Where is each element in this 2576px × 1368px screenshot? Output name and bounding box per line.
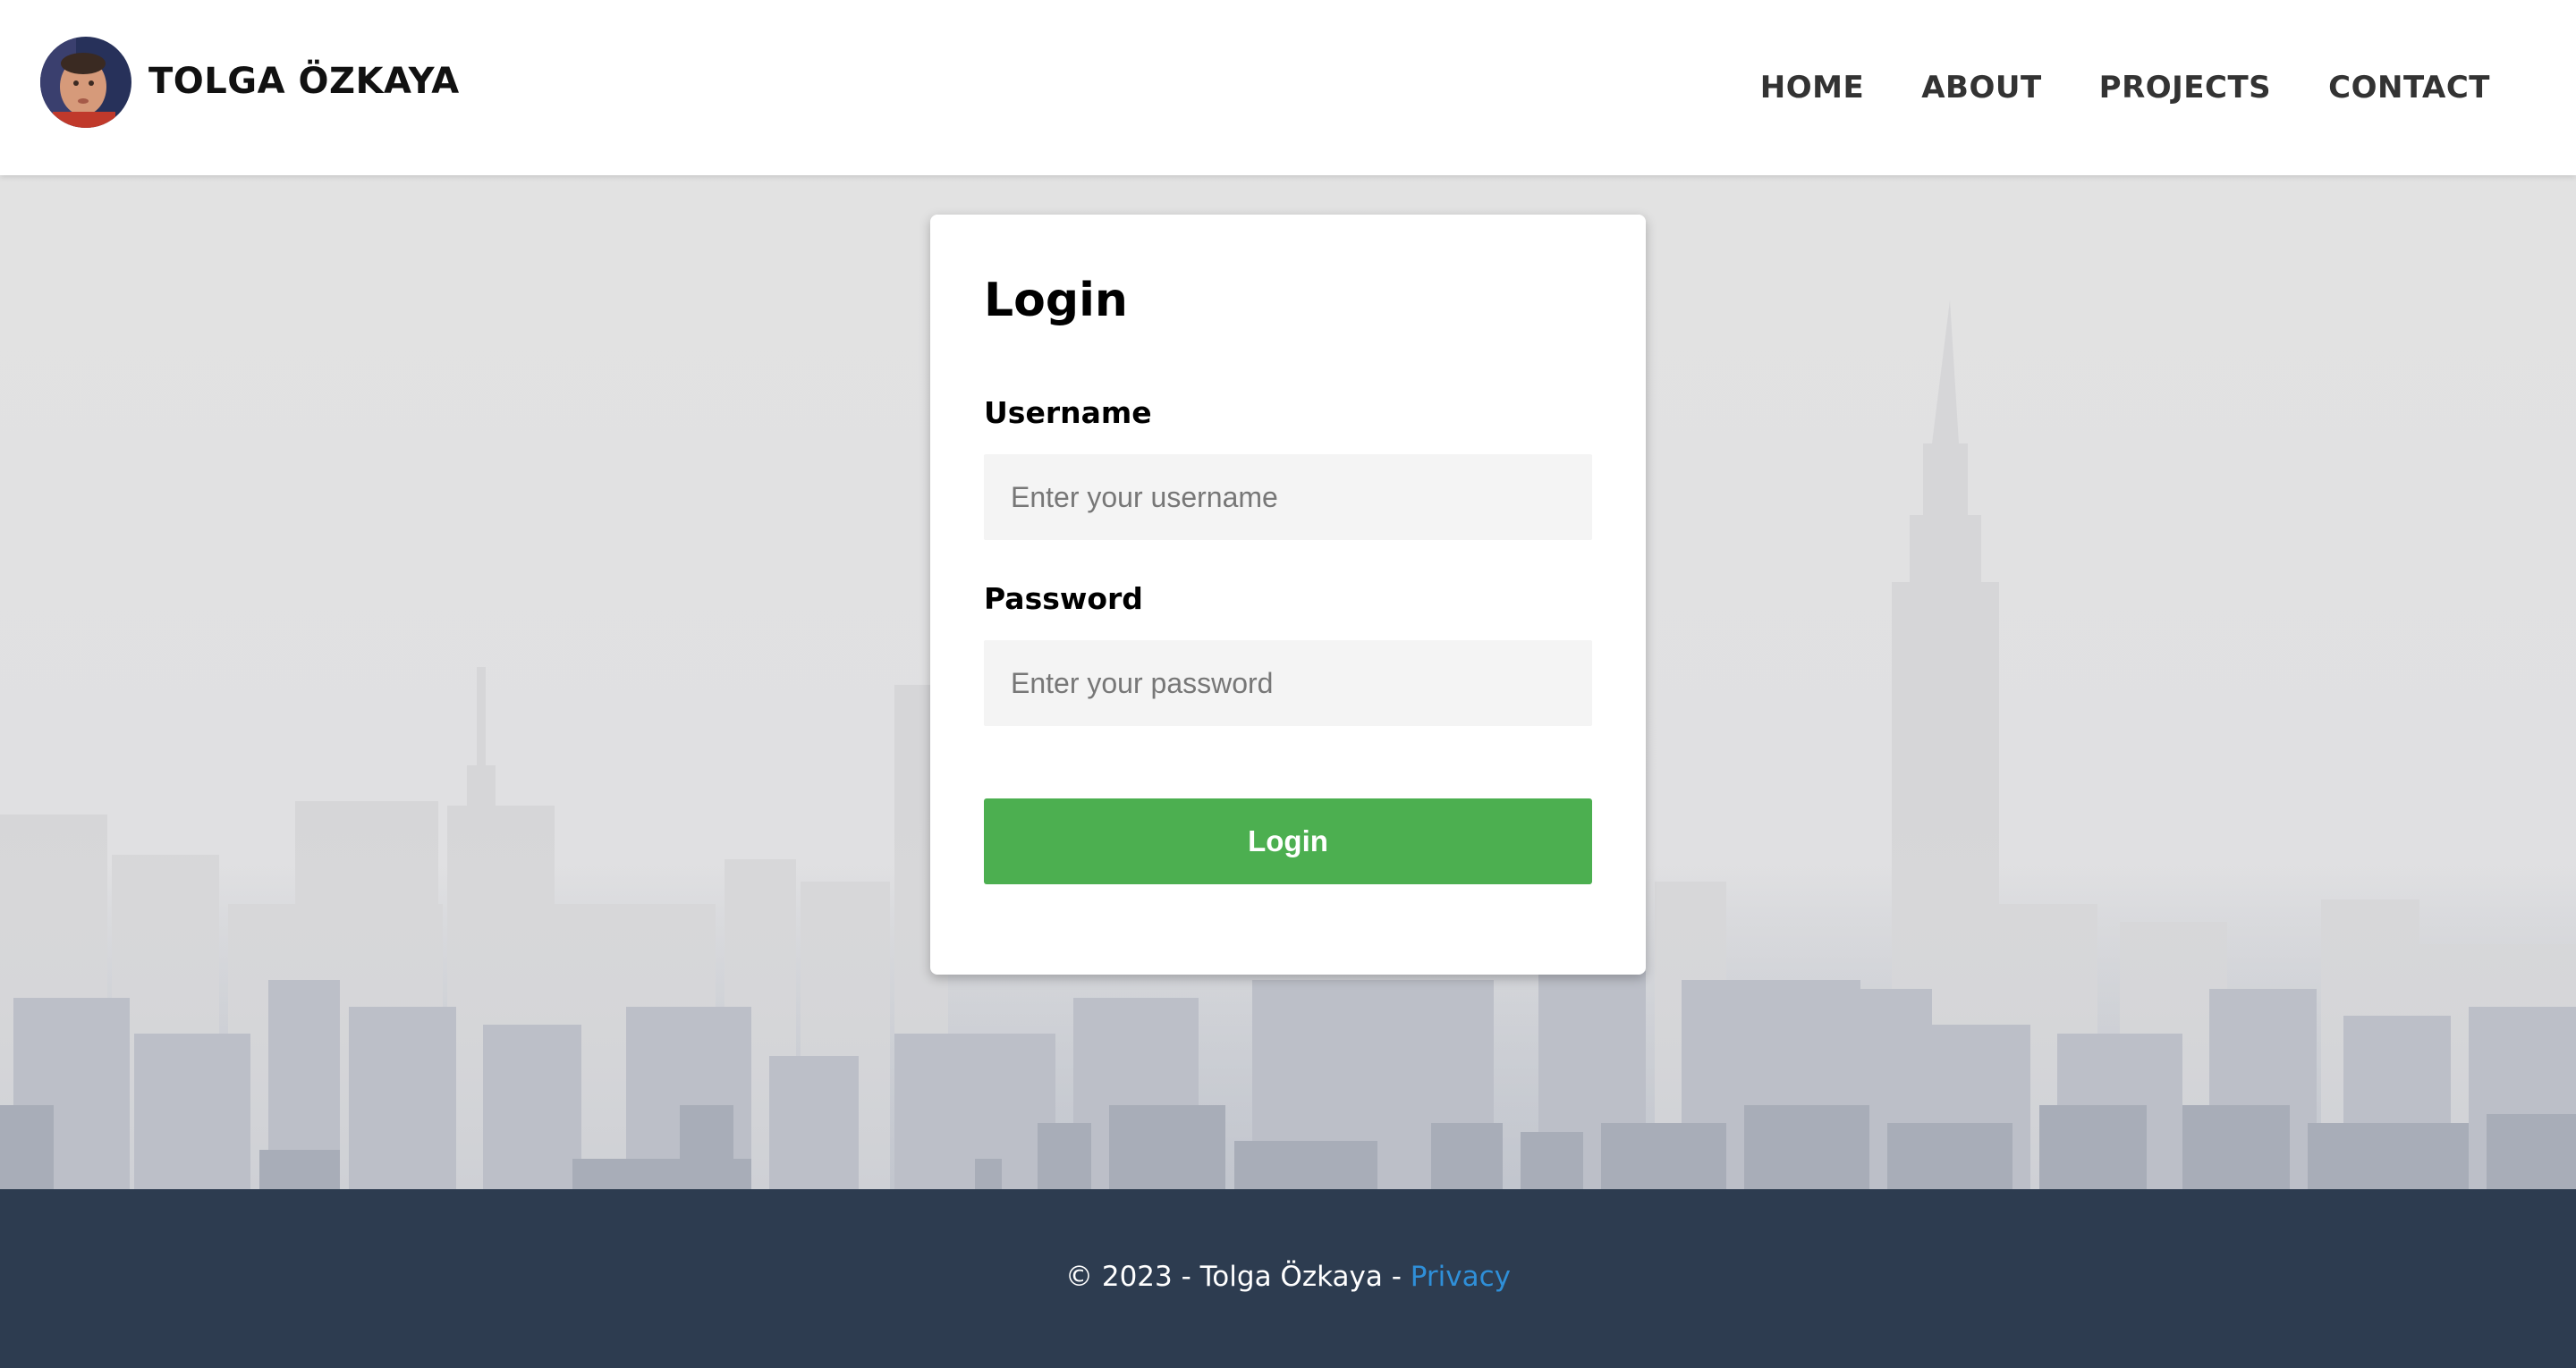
privacy-link[interactable]: Privacy xyxy=(1411,1261,1511,1293)
main-nav: HOME ABOUT PROJECTS CONTACT xyxy=(1760,70,2490,106)
site-footer: © 2023 - Tolga Özkaya - Privacy xyxy=(0,1189,2576,1368)
nav-home-link[interactable]: HOME xyxy=(1760,70,1864,106)
site-header: TOLGA ÖZKAYA HOME ABOUT PROJECTS CONTACT xyxy=(0,0,2576,175)
username-label: Username xyxy=(984,395,1152,430)
footer-text: © 2023 - Tolga Özkaya - Privacy xyxy=(0,1261,2576,1293)
nav-about-link[interactable]: ABOUT xyxy=(1921,70,2041,106)
nav-contact-link[interactable]: CONTACT xyxy=(2328,70,2490,106)
login-button[interactable]: Login xyxy=(984,798,1592,884)
login-card: Login Username Password Login xyxy=(930,215,1646,975)
avatar[interactable] xyxy=(40,37,131,128)
copyright-text: © 2023 - Tolga Özkaya - xyxy=(1065,1261,1411,1293)
site-brand[interactable]: TOLGA ÖZKAYA xyxy=(148,61,460,102)
avatar-photo xyxy=(40,37,131,128)
nav-projects-link[interactable]: PROJECTS xyxy=(2099,70,2272,106)
password-label: Password xyxy=(984,581,1143,616)
login-title: Login xyxy=(984,274,1128,327)
password-input[interactable] xyxy=(984,640,1592,726)
username-input[interactable] xyxy=(984,454,1592,540)
